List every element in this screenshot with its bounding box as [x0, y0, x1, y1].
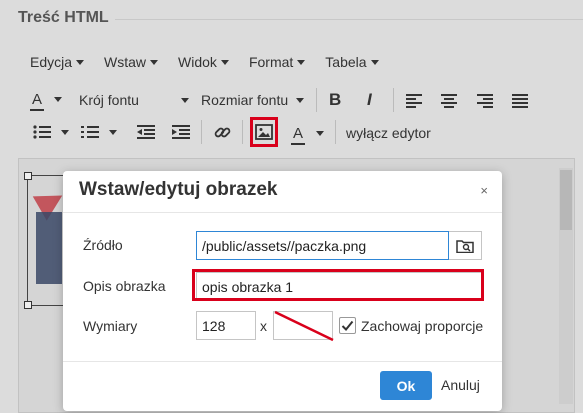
chevron-down-icon: [54, 97, 62, 102]
toolbar-separator: [316, 88, 317, 112]
chevron-down-icon: [297, 59, 306, 65]
text-color-icon: A: [30, 91, 44, 111]
keep-ratio-checkbox[interactable]: [339, 317, 356, 334]
bullet-list-icon: [33, 125, 51, 139]
source-input[interactable]: [196, 231, 449, 260]
align-left-button[interactable]: [406, 94, 422, 108]
chevron-down-icon: [150, 59, 159, 65]
menubar: Edycja Wstaw Widok Format Tabela: [30, 54, 379, 70]
align-center-icon: [441, 94, 457, 108]
dialog-title: Wstaw/edytuj obrazek: [79, 179, 278, 200]
link-button[interactable]: [214, 124, 231, 141]
toolbar-separator: [393, 88, 394, 112]
align-center-button[interactable]: [441, 94, 457, 108]
align-justify-icon: [512, 94, 528, 108]
insert-image-button[interactable]: [255, 124, 273, 140]
cancel-button[interactable]: Anuluj: [441, 377, 480, 393]
menu-view[interactable]: Widok: [178, 54, 229, 70]
bullet-list-button[interactable]: [33, 125, 69, 139]
strike-through-mark: [274, 310, 334, 342]
font-size-select[interactable]: Rozmiar fontu: [201, 92, 305, 108]
toolbar-separator: [242, 120, 243, 144]
chevron-down-icon: [296, 97, 305, 103]
browse-button[interactable]: [449, 231, 482, 260]
checkmark-icon: [341, 320, 354, 331]
image-icon: [255, 124, 273, 140]
chevron-down-icon: [316, 131, 324, 136]
image-dialog: Wstaw/edytuj obrazek × Źródło Opis obraz…: [63, 171, 502, 411]
close-icon[interactable]: ×: [480, 183, 488, 198]
dialog-footer: Ok Anuluj: [63, 361, 502, 411]
alt-input[interactable]: [196, 272, 482, 301]
dimensions-label: Wymiary: [83, 318, 138, 334]
italic-button[interactable]: I: [367, 90, 372, 110]
dialog-header: Wstaw/edytuj obrazek ×: [63, 171, 502, 213]
link-icon: [214, 127, 231, 138]
bold-button[interactable]: B: [329, 90, 341, 110]
resize-handle[interactable]: [24, 301, 32, 309]
chevron-down-icon: [180, 97, 189, 103]
menu-edit[interactable]: Edycja: [30, 54, 85, 70]
logo-navy-shape: [36, 212, 62, 284]
numbered-list-button[interactable]: [81, 125, 117, 139]
chevron-down-icon: [109, 129, 117, 135]
folder-search-icon: [456, 239, 474, 253]
toolbar-separator: [201, 120, 202, 144]
font-family-select[interactable]: Krój fontu: [79, 92, 189, 108]
align-justify-button[interactable]: [512, 94, 528, 108]
width-input[interactable]: [196, 311, 256, 340]
numbered-list-icon: [81, 126, 99, 138]
text-color-button[interactable]: A: [30, 91, 62, 111]
indent-icon: [172, 125, 190, 139]
align-right-icon: [477, 94, 493, 108]
outdent-icon: [137, 125, 155, 139]
source-label: Źródło: [83, 237, 123, 253]
align-left-icon: [406, 94, 422, 108]
chevron-down-icon: [220, 59, 229, 65]
background-color-button[interactable]: A: [291, 125, 324, 145]
menu-insert[interactable]: Wstaw: [104, 54, 159, 70]
dimension-separator: x: [260, 318, 267, 334]
menu-table[interactable]: Tabela: [325, 54, 379, 70]
chevron-down-icon: [61, 129, 69, 135]
toolbar-separator: [335, 120, 336, 144]
keep-ratio-label[interactable]: Zachowaj proporcje: [361, 318, 483, 334]
alt-label: Opis obrazka: [83, 278, 166, 294]
chevron-down-icon: [370, 59, 379, 65]
title-divider: [115, 19, 583, 20]
menu-format[interactable]: Format: [249, 54, 306, 70]
align-right-button[interactable]: [477, 94, 493, 108]
scrollbar-thumb[interactable]: [560, 170, 572, 230]
resize-handle[interactable]: [24, 172, 32, 180]
ok-button[interactable]: Ok: [380, 371, 432, 400]
chevron-down-icon: [76, 59, 85, 65]
scrollbar[interactable]: [559, 168, 573, 404]
background-color-icon: A: [291, 125, 305, 145]
toggle-editor-button[interactable]: wyłącz edytor: [346, 125, 431, 141]
outdent-button[interactable]: [137, 125, 155, 139]
indent-button[interactable]: [172, 125, 190, 139]
section-title: Treść HTML: [18, 9, 109, 26]
